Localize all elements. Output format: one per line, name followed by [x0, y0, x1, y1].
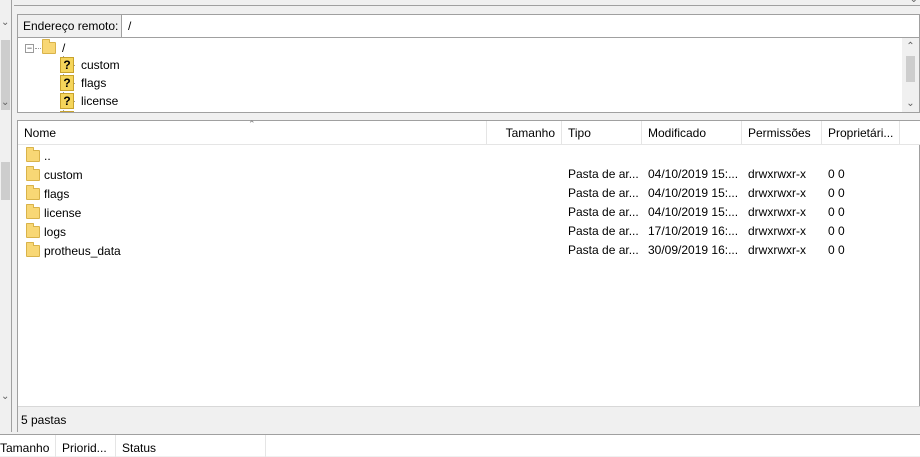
file-type: Pasta de ar... [568, 186, 639, 200]
queue-header: Tamanho Priorid... Status [0, 434, 920, 457]
local-list-scrollbar-thumb[interactable] [1, 162, 10, 200]
file-modified: 17/10/2019 16:... [648, 224, 739, 238]
chevron-down-icon[interactable]: ⌄ [1, 18, 9, 28]
file-owner: 0 0 [828, 243, 845, 257]
file-permissions: drwxrwxr-x [748, 205, 806, 219]
file-name: protheus_data [44, 243, 121, 258]
tree-item-label: / [62, 41, 66, 55]
folder-icon [26, 222, 40, 238]
column-modified[interactable]: Modificado [642, 121, 742, 145]
file-modified: 04/10/2019 15:... [648, 186, 739, 200]
folder-icon [26, 165, 40, 181]
question-folder-icon: ? [60, 111, 74, 112]
question-folder-icon: ? [60, 75, 74, 91]
queue-column-priority[interactable]: Priorid... [56, 435, 116, 457]
table-row[interactable]: flags Pasta de ar... 04/10/2019 15:... d… [18, 184, 904, 203]
tree-scrollbar-thumb[interactable] [906, 56, 915, 82]
tree-item-label: custom [81, 58, 120, 72]
file-owner: 0 0 [828, 205, 845, 219]
file-name: .. [44, 148, 51, 163]
file-permissions: drwxrwxr-x [748, 243, 806, 257]
status-text: 5 pastas [21, 413, 67, 427]
table-row[interactable]: custom Pasta de ar... 04/10/2019 15:... … [18, 165, 904, 184]
file-type: Pasta de ar... [568, 205, 639, 219]
file-owner: 0 0 [828, 224, 845, 238]
table-row[interactable]: protheus_data Pasta de ar... 30/09/2019 … [18, 241, 904, 260]
tree-item-license[interactable]: ? license [60, 92, 118, 110]
table-row[interactable]: logs Pasta de ar... 17/10/2019 16:... dr… [18, 222, 904, 241]
folder-icon [26, 203, 40, 219]
file-name: flags [44, 186, 70, 201]
folder-icon [26, 146, 40, 162]
remote-address-label: Endereço remoto: [17, 14, 122, 38]
remote-address-input[interactable]: / [122, 14, 920, 38]
chevron-down-icon[interactable]: ⌄ [1, 392, 9, 402]
question-folder-icon: ? [60, 57, 74, 73]
folder-icon [26, 241, 40, 257]
column-permissions[interactable]: Permissões [742, 121, 822, 145]
file-name: logs [44, 224, 67, 239]
table-row[interactable]: .. [18, 146, 904, 165]
column-name[interactable]: Nome [18, 121, 487, 145]
file-owner: 0 0 [828, 186, 845, 200]
folder-icon [26, 184, 40, 200]
remote-directory-tree[interactable]: − / ? custom ? flags ? license ? ⌃ ⌄ [17, 38, 920, 113]
file-list-header: ⌃ Nome Tamanho Tipo Modificado Permissõe… [18, 119, 920, 145]
remote-file-list[interactable]: ⌃ Nome Tamanho Tipo Modificado Permissõe… [17, 119, 920, 432]
tree-item-partial: ? [60, 110, 74, 112]
file-type: Pasta de ar... [568, 167, 639, 181]
queue-column-size[interactable]: Tamanho [0, 435, 56, 457]
file-name: license [44, 205, 82, 220]
collapse-icon[interactable]: − [25, 44, 34, 53]
chevron-up-icon[interactable]: ⌃ [902, 38, 919, 55]
tree-item-root[interactable]: / [42, 39, 65, 57]
chevron-down-icon[interactable]: ⌄ [910, 0, 918, 5]
tree-item-custom[interactable]: ? custom [60, 56, 120, 74]
folder-icon [42, 39, 56, 54]
file-permissions: drwxrwxr-x [748, 167, 806, 181]
question-folder-icon: ? [60, 93, 74, 109]
file-modified: 04/10/2019 15:... [648, 205, 739, 219]
file-permissions: drwxrwxr-x [748, 224, 806, 238]
file-modified: 04/10/2019 15:... [648, 167, 739, 181]
remote-address-bar: Endereço remoto: / [17, 14, 920, 38]
column-size[interactable]: Tamanho [487, 121, 562, 145]
column-owner[interactable]: Proprietári... [822, 121, 900, 145]
tree-item-label: flags [81, 76, 107, 90]
top-splitter[interactable]: ⌄ [14, 0, 920, 6]
local-pane-edge: ⌄ ⌄ ⌄ [0, 0, 12, 432]
table-row[interactable]: license Pasta de ar... 04/10/2019 15:...… [18, 203, 904, 222]
tree-item-label: license [81, 94, 119, 108]
chevron-down-icon[interactable]: ⌄ [902, 95, 919, 112]
file-type: Pasta de ar... [568, 243, 639, 257]
file-permissions: drwxrwxr-x [748, 186, 806, 200]
column-type[interactable]: Tipo [562, 121, 642, 145]
queue-column-status[interactable]: Status [116, 435, 266, 457]
file-name: custom [44, 167, 83, 182]
tree-scrollbar[interactable]: ⌃ ⌄ [902, 38, 919, 112]
file-modified: 30/09/2019 16:... [648, 243, 739, 257]
file-type: Pasta de ar... [568, 224, 639, 238]
status-bar: 5 pastas [18, 406, 920, 432]
tree-item-flags[interactable]: ? flags [60, 74, 106, 92]
chevron-down-icon[interactable]: ⌄ [1, 98, 9, 108]
file-owner: 0 0 [828, 167, 845, 181]
